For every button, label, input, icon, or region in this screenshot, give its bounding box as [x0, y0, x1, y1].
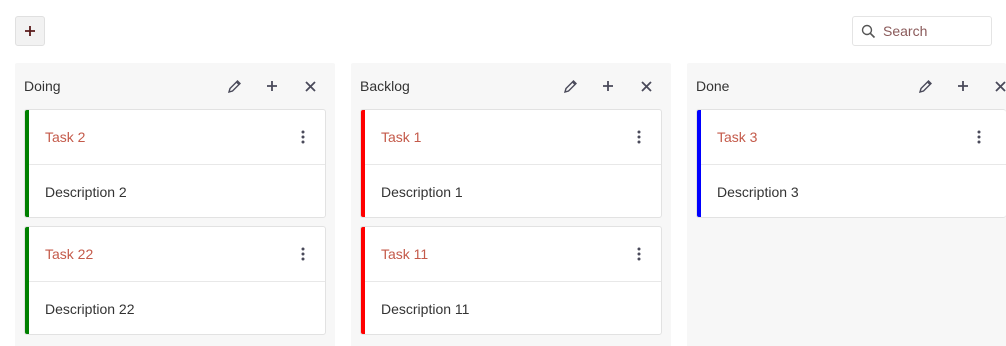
- pencil-icon: [227, 79, 241, 93]
- card-menu-button[interactable]: [283, 122, 323, 152]
- close-icon: [304, 80, 316, 92]
- card-menu-button[interactable]: [283, 239, 323, 269]
- more-vertical-icon: [301, 247, 305, 261]
- column-title: Backlog: [360, 78, 410, 94]
- kanban-board: Doing Task 2 Description: [0, 0, 1006, 346]
- close-icon: [640, 80, 652, 92]
- edit-column-button[interactable]: [215, 71, 253, 101]
- column-done: Done Task 3 Description 3: [687, 63, 1006, 346]
- column-backlog: Backlog Task 1 Description 1 Task 11 Des…: [351, 63, 671, 346]
- more-vertical-icon: [637, 130, 641, 144]
- edit-column-button[interactable]: [551, 71, 589, 101]
- card-title: Task 1: [381, 129, 422, 145]
- card-description: Description 1: [381, 183, 463, 200]
- add-card-button[interactable]: [253, 71, 291, 101]
- task-card[interactable]: Task 11 Description 11: [360, 226, 662, 335]
- task-card[interactable]: Task 22 Description 22: [24, 226, 326, 335]
- task-card[interactable]: Task 2 Description 2: [24, 109, 326, 218]
- plus-icon: [603, 81, 613, 91]
- more-vertical-icon: [637, 247, 641, 261]
- search-input[interactable]: [883, 23, 983, 39]
- card-title: Task 11: [381, 246, 429, 262]
- plus-icon: [267, 81, 277, 91]
- card-color-bar: [25, 110, 29, 217]
- add-card-button[interactable]: [944, 71, 982, 101]
- task-card[interactable]: Task 1 Description 1: [360, 109, 662, 218]
- column-header: Backlog: [351, 63, 671, 109]
- plus-icon: [25, 26, 35, 36]
- card-description: Description 11: [381, 300, 470, 317]
- card-description: Description 3: [717, 183, 799, 200]
- column-header: Done: [687, 63, 1006, 109]
- search-icon: [853, 24, 883, 39]
- delete-column-button[interactable]: [627, 71, 665, 101]
- card-color-bar: [25, 227, 29, 334]
- plus-icon: [958, 81, 968, 91]
- delete-column-button[interactable]: [291, 71, 329, 101]
- card-description: Description 22: [45, 300, 135, 317]
- column-title: Doing: [24, 78, 61, 94]
- more-vertical-icon: [301, 130, 305, 144]
- card-color-bar: [697, 110, 701, 217]
- card-color-bar: [361, 227, 365, 334]
- more-vertical-icon: [977, 130, 981, 144]
- pencil-icon: [563, 79, 577, 93]
- pencil-icon: [918, 79, 932, 93]
- card-menu-button[interactable]: [619, 239, 659, 269]
- card-color-bar: [361, 110, 365, 217]
- column-doing: Doing Task 2 Description 2 Task 22 Descr…: [15, 63, 335, 346]
- column-header: Doing: [15, 63, 335, 109]
- add-column-button[interactable]: [15, 16, 45, 46]
- card-description: Description 2: [45, 183, 127, 200]
- card-menu-button[interactable]: [619, 122, 659, 152]
- add-card-button[interactable]: [589, 71, 627, 101]
- edit-column-button[interactable]: [906, 71, 944, 101]
- task-card[interactable]: Task 3 Description 3: [696, 109, 1006, 218]
- card-menu-button[interactable]: [959, 122, 999, 152]
- card-title: Task 3: [717, 129, 758, 145]
- delete-column-button[interactable]: [982, 71, 1006, 101]
- card-title: Task 22: [45, 246, 94, 262]
- column-title: Done: [696, 78, 730, 94]
- close-icon: [995, 80, 1006, 92]
- search-box[interactable]: [852, 16, 992, 46]
- card-title: Task 2: [45, 129, 86, 145]
